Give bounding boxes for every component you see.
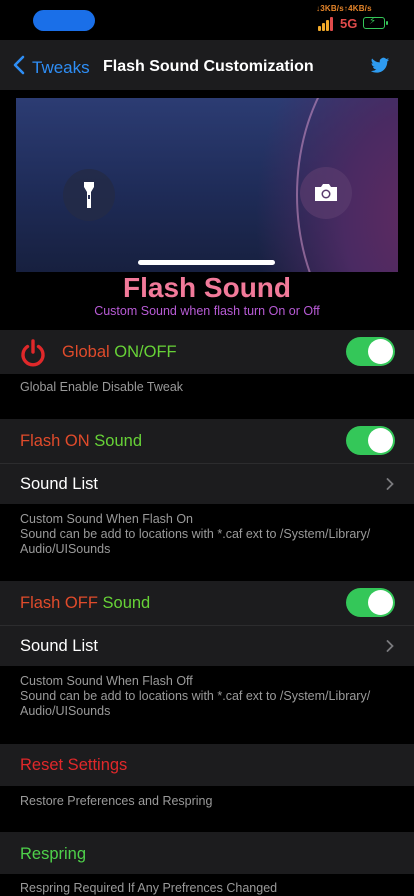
flash-off-sound-list-row[interactable]: Sound List bbox=[0, 626, 414, 666]
battery-icon: ⚡ bbox=[363, 16, 388, 29]
flashlight-button bbox=[63, 169, 115, 221]
respring-row[interactable]: Respring bbox=[0, 832, 414, 874]
flash-on-label: Flash ON Sound bbox=[20, 432, 142, 451]
global-label: Global ON/OFF bbox=[62, 343, 177, 362]
flash-on-footer: Custom Sound When Flash On Sound can be … bbox=[20, 512, 400, 557]
flashlight-icon bbox=[84, 182, 94, 208]
preview-image bbox=[16, 98, 398, 272]
status-bar: ↓3KB/s↑4KB/s 5G ⚡ bbox=[0, 0, 414, 40]
flash-on-footer-line3: Audio/UISounds bbox=[20, 542, 111, 556]
flash-on-footer-line1: Custom Sound When Flash On bbox=[20, 512, 193, 526]
global-footer: Global Enable Disable Tweak bbox=[20, 380, 184, 394]
net-speed: ↓3KB/s↑4KB/s bbox=[316, 4, 372, 13]
flash-off-label-part2: Sound bbox=[102, 594, 151, 612]
flash-off-toggle[interactable] bbox=[346, 588, 395, 617]
hero-title: Flash Sound bbox=[123, 272, 291, 303]
signal-icon bbox=[318, 17, 336, 31]
flash-off-footer-line2: Sound can be add to locations with *.caf… bbox=[20, 689, 371, 703]
flash-on-label-part2: Sound bbox=[94, 432, 142, 450]
hero-subtitle: Custom Sound when flash turn On or Off bbox=[94, 304, 320, 318]
respring-footer: Respring Required If Any Prefrences Chan… bbox=[20, 881, 278, 895]
navigation-bar: Tweaks Flash Sound Customization bbox=[0, 40, 414, 90]
camera-button bbox=[300, 167, 352, 219]
flash-off-label-part1: Flash OFF bbox=[20, 594, 103, 612]
power-icon bbox=[21, 339, 45, 367]
global-label-part1: Global bbox=[62, 343, 115, 361]
flash-on-sound-list-row[interactable]: Sound List bbox=[0, 464, 414, 504]
camera-icon bbox=[315, 184, 337, 201]
flash-off-footer-line1: Custom Sound When Flash Off bbox=[20, 674, 193, 688]
global-toggle[interactable] bbox=[346, 337, 395, 366]
flash-off-toggle-row: Flash OFF Sound bbox=[0, 581, 414, 625]
flash-off-sound-list-label: Sound List bbox=[20, 637, 98, 655]
reset-settings-row[interactable]: Reset Settings bbox=[0, 744, 414, 786]
call-pill[interactable] bbox=[33, 10, 95, 31]
chevron-right-icon bbox=[386, 640, 394, 652]
flash-off-label: Flash OFF Sound bbox=[20, 594, 150, 613]
flash-off-footer: Custom Sound When Flash Off Sound can be… bbox=[20, 674, 400, 719]
home-indicator bbox=[138, 260, 275, 265]
network-type: 5G bbox=[340, 16, 358, 31]
flash-on-label-part1: Flash ON bbox=[20, 432, 95, 450]
flash-on-toggle[interactable] bbox=[346, 426, 395, 455]
reset-footer: Restore Preferences and Respring bbox=[20, 794, 213, 808]
back-chevron-icon[interactable] bbox=[10, 54, 30, 76]
respring-button[interactable]: Respring bbox=[20, 845, 86, 864]
flash-off-footer-line3: Audio/UISounds bbox=[20, 704, 111, 718]
global-toggle-row: Global ON/OFF bbox=[0, 330, 414, 374]
reset-settings-button[interactable]: Reset Settings bbox=[20, 756, 127, 775]
page-title: Flash Sound Customization bbox=[103, 58, 314, 75]
chevron-right-icon bbox=[386, 478, 394, 490]
flash-on-footer-line2: Sound can be add to locations with *.caf… bbox=[20, 527, 371, 541]
global-label-part2: ON/OFF bbox=[114, 343, 177, 361]
flash-on-sound-list-label: Sound List bbox=[20, 475, 98, 493]
flash-on-toggle-row: Flash ON Sound bbox=[0, 419, 414, 463]
back-button[interactable]: Tweaks bbox=[32, 58, 90, 78]
twitter-icon[interactable] bbox=[370, 57, 390, 75]
